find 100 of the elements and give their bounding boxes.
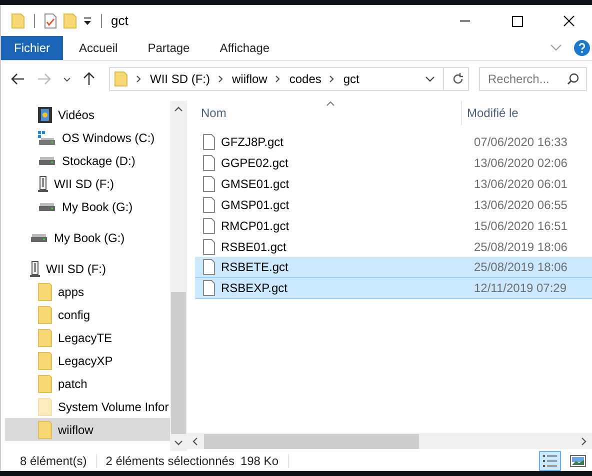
folder-icon xyxy=(38,282,52,300)
folder-icon xyxy=(38,374,52,392)
scroll-right-icon[interactable] xyxy=(581,436,587,446)
nav-item[interactable]: Stockage (D:) xyxy=(5,149,170,172)
scrollbar-thumb[interactable] xyxy=(204,434,420,448)
chevron-down-icon[interactable] xyxy=(63,76,71,82)
file-row[interactable]: RSBETE.gct 25/08/2019 18:06 xyxy=(195,257,592,278)
nav-label: WII SD (F:) xyxy=(54,176,114,190)
breadcrumb-item[interactable]: wiiflow xyxy=(232,72,268,86)
file-icon xyxy=(203,238,215,254)
ribbon-tab[interactable]: Fichier xyxy=(1,36,64,60)
scroll-down-icon[interactable] xyxy=(174,440,182,446)
file-name: RMCP01.gct xyxy=(220,218,290,232)
nav-label: patch xyxy=(58,376,88,390)
nav-item[interactable]: WII SD (F:) xyxy=(5,172,170,195)
modified-date: 12/11/2019 07:29 xyxy=(473,281,567,295)
address-bar[interactable]: WII SD (F:) wiiflow codes gct xyxy=(109,67,469,91)
help-icon[interactable] xyxy=(574,40,590,56)
folder-icon xyxy=(38,328,52,346)
nav-label: OS Windows (C:) xyxy=(62,130,155,144)
chevron-right-icon[interactable] xyxy=(329,75,336,83)
chevron-right-icon[interactable] xyxy=(218,75,224,83)
scrollbar-thumb[interactable] xyxy=(170,292,186,434)
details-view-button[interactable] xyxy=(539,451,561,471)
ribbon-tab[interactable]: Accueil xyxy=(65,36,132,60)
file-row[interactable]: RMCP01.gct 15/06/2020 16:51 xyxy=(195,215,592,236)
file-name: GMSE01.gct xyxy=(220,176,290,190)
file-row[interactable]: RSBE01.gct 25/08/2019 18:06 xyxy=(195,236,592,257)
nav-item[interactable]: WII SD (F:) xyxy=(5,257,170,280)
breadcrumb-item[interactable]: WII SD (F:) xyxy=(150,72,210,86)
film-icon xyxy=(38,106,52,122)
chevron-down-icon[interactable] xyxy=(425,76,435,82)
sd-card-icon xyxy=(38,176,48,192)
chevron-right-icon[interactable] xyxy=(136,75,142,83)
nav-label: WII SD (F:) xyxy=(46,262,106,276)
system-drive-icon xyxy=(38,130,56,144)
folder-icon xyxy=(38,352,52,370)
file-row[interactable]: GMSE01.gct 13/06/2020 06:01 xyxy=(195,173,592,194)
nav-item[interactable]: OS Windows (C:) xyxy=(5,126,170,149)
back-arrow-icon[interactable] xyxy=(11,73,25,85)
file-name: RSBETE.gct xyxy=(220,260,290,274)
search-field[interactable]: Recherch... xyxy=(479,67,587,91)
column-header[interactable]: Nom xyxy=(195,106,461,120)
nav-item[interactable]: wiiflow xyxy=(5,418,170,441)
modified-date: 15/06/2020 16:51 xyxy=(473,218,568,232)
nav-label: LegacyTE xyxy=(58,330,112,344)
file-row[interactable]: RSBEXP.gct 12/11/2019 07:29 xyxy=(195,278,592,299)
nav-item[interactable]: My Book (G:) xyxy=(5,195,170,218)
file-row[interactable]: GMSP01.gct 13/06/2020 06:55 xyxy=(195,194,592,215)
file-icon xyxy=(203,196,215,212)
nav-item[interactable]: Vidéos xyxy=(5,103,170,126)
file-name: GFZJ8P.gct xyxy=(220,134,284,148)
chevron-right-icon[interactable] xyxy=(275,75,282,83)
nav-label: wiiflow xyxy=(58,422,94,436)
file-icon xyxy=(203,218,215,234)
ribbon-tab[interactable]: Affichage xyxy=(206,36,284,60)
scroll-left-icon[interactable] xyxy=(192,436,198,446)
refresh-icon[interactable] xyxy=(452,73,464,85)
window-title: gct xyxy=(111,13,128,28)
sort-caret-icon xyxy=(326,101,335,106)
nav-label: System Volume Infor xyxy=(58,400,169,414)
search-icon xyxy=(567,73,579,85)
drive-icon xyxy=(38,202,56,210)
column-header[interactable]: Modifié le xyxy=(461,106,518,120)
nav-item[interactable]: LegacyTE xyxy=(5,326,170,349)
scroll-up-icon[interactable] xyxy=(174,106,182,112)
nav-label: My Book (G:) xyxy=(54,230,125,244)
nav-label: LegacyXP xyxy=(58,354,113,368)
nav-label: Stockage (D:) xyxy=(62,154,136,168)
drive-icon xyxy=(30,234,48,242)
dropdown-icon[interactable] xyxy=(83,16,92,26)
up-arrow-icon[interactable] xyxy=(83,72,95,86)
folder-icon xyxy=(114,71,128,87)
item-count: 8 élément(s) xyxy=(20,454,87,468)
nav-item[interactable]: patch xyxy=(5,372,170,395)
file-name: GGPE02.gct xyxy=(220,156,290,170)
modified-date: 07/06/2020 16:33 xyxy=(473,134,568,148)
breadcrumb-item[interactable]: gct xyxy=(343,72,360,86)
file-icon xyxy=(203,154,215,170)
file-name: GMSP01.gct xyxy=(220,198,290,212)
nav-item[interactable]: LegacyXP xyxy=(5,349,170,372)
selection-count: 2 éléments sélectionnés xyxy=(106,454,234,468)
sd-card-icon xyxy=(30,260,40,276)
breadcrumb-item[interactable]: codes xyxy=(289,72,322,86)
selection-size: 198 Ko xyxy=(240,454,278,468)
nav-item[interactable]: System Volume Infor xyxy=(5,395,170,418)
modified-date: 25/08/2019 18:06 xyxy=(473,240,568,254)
drive-icon xyxy=(38,156,56,164)
ribbon-tab[interactable]: Partage xyxy=(134,36,204,60)
file-icon xyxy=(203,259,215,275)
file-row[interactable]: GFZJ8P.gct 07/06/2020 16:33 xyxy=(195,131,592,152)
nav-item[interactable]: apps xyxy=(5,280,170,303)
nav-label: Vidéos xyxy=(58,108,94,122)
nav-item[interactable]: config xyxy=(5,303,170,326)
folder-icon xyxy=(38,420,52,438)
nav-item[interactable]: My Book (G:) xyxy=(5,226,170,249)
properties-icon[interactable] xyxy=(44,12,57,28)
file-row[interactable]: GGPE02.gct 13/06/2020 02:06 xyxy=(195,152,592,173)
nav-label: My Book (G:) xyxy=(62,200,133,214)
nav-label: apps xyxy=(58,284,84,298)
